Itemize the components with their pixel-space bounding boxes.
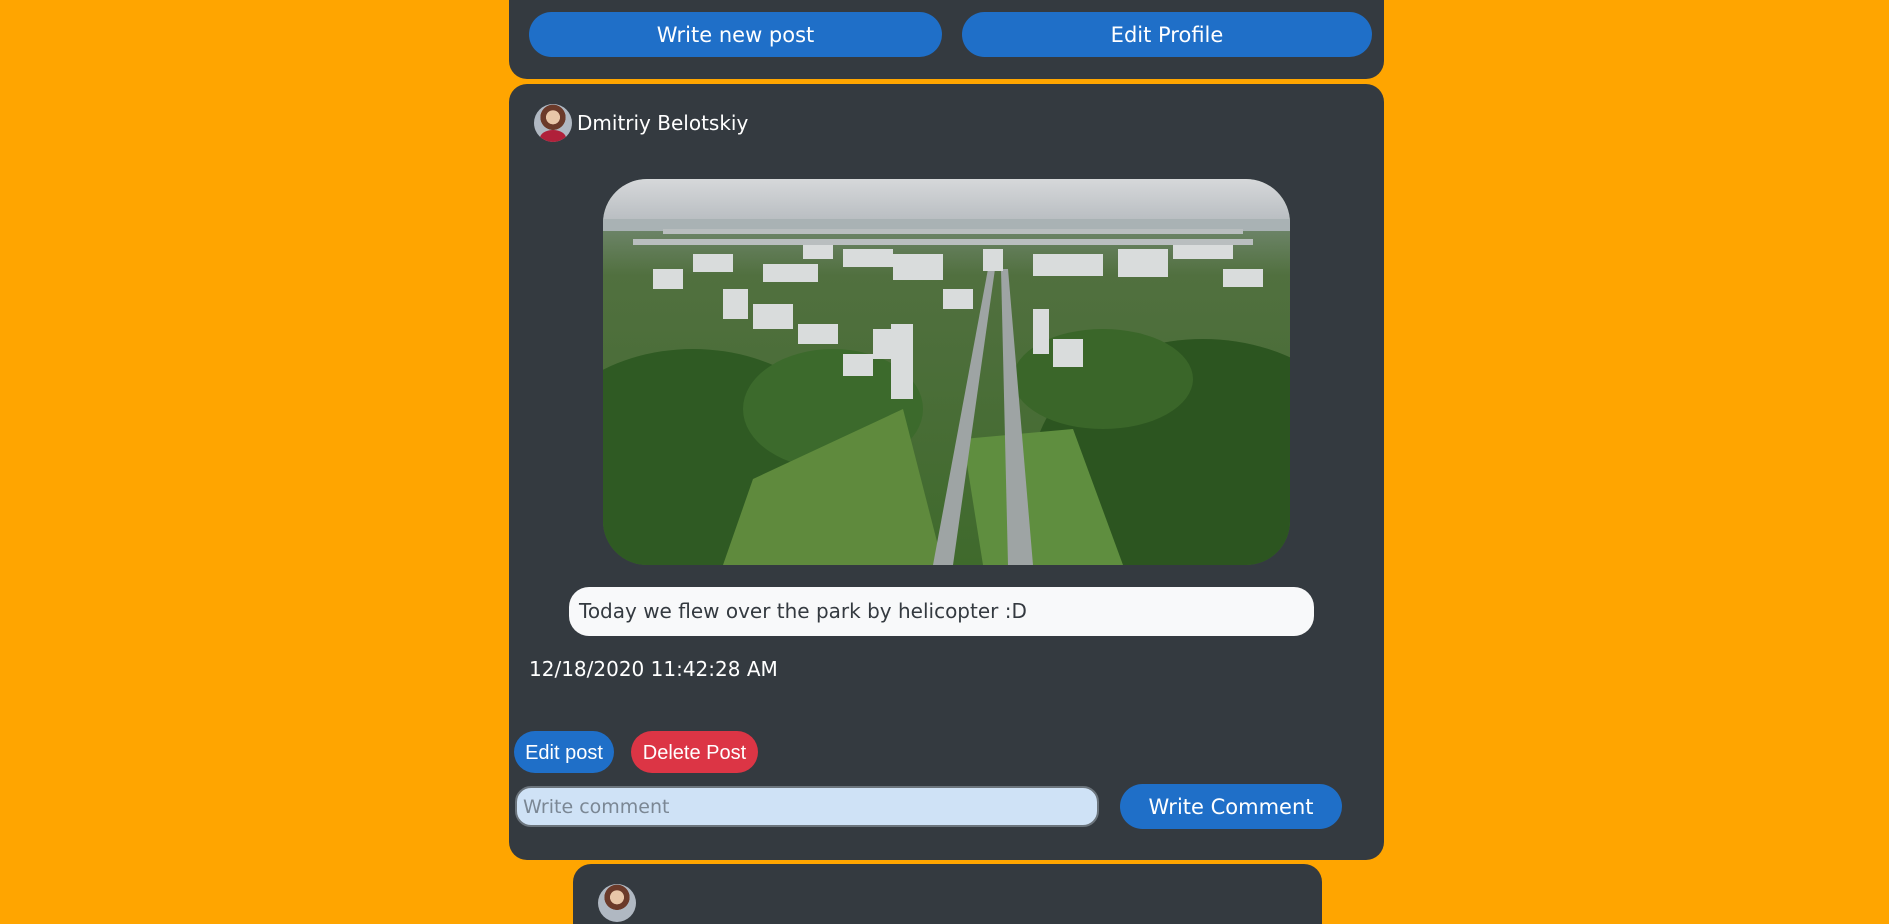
avatar[interactable]	[598, 884, 636, 922]
delete-post-button[interactable]: Delete Post	[631, 731, 758, 773]
next-post-card	[573, 864, 1322, 924]
author-name[interactable]: Dmitriy Belotskiy	[577, 111, 748, 135]
edit-post-button[interactable]: Edit post	[514, 731, 614, 773]
write-comment-button[interactable]: Write Comment	[1120, 784, 1342, 829]
post-image	[603, 179, 1290, 565]
post-card: Dmitriy Belotskiy Today we flew over the…	[509, 84, 1384, 860]
post-author[interactable]: Dmitriy Belotskiy	[534, 104, 748, 142]
edit-profile-button[interactable]: Edit Profile	[962, 12, 1372, 57]
write-new-post-button[interactable]: Write new post	[529, 12, 942, 57]
aerial-city-photo	[603, 179, 1290, 565]
avatar[interactable]	[534, 104, 572, 142]
post-timestamp: 12/18/2020 11:42:28 AM	[529, 657, 778, 681]
top-action-panel: Write new post Edit Profile	[509, 0, 1384, 79]
post-caption: Today we flew over the park by helicopte…	[569, 587, 1314, 636]
comment-input[interactable]	[515, 786, 1099, 827]
